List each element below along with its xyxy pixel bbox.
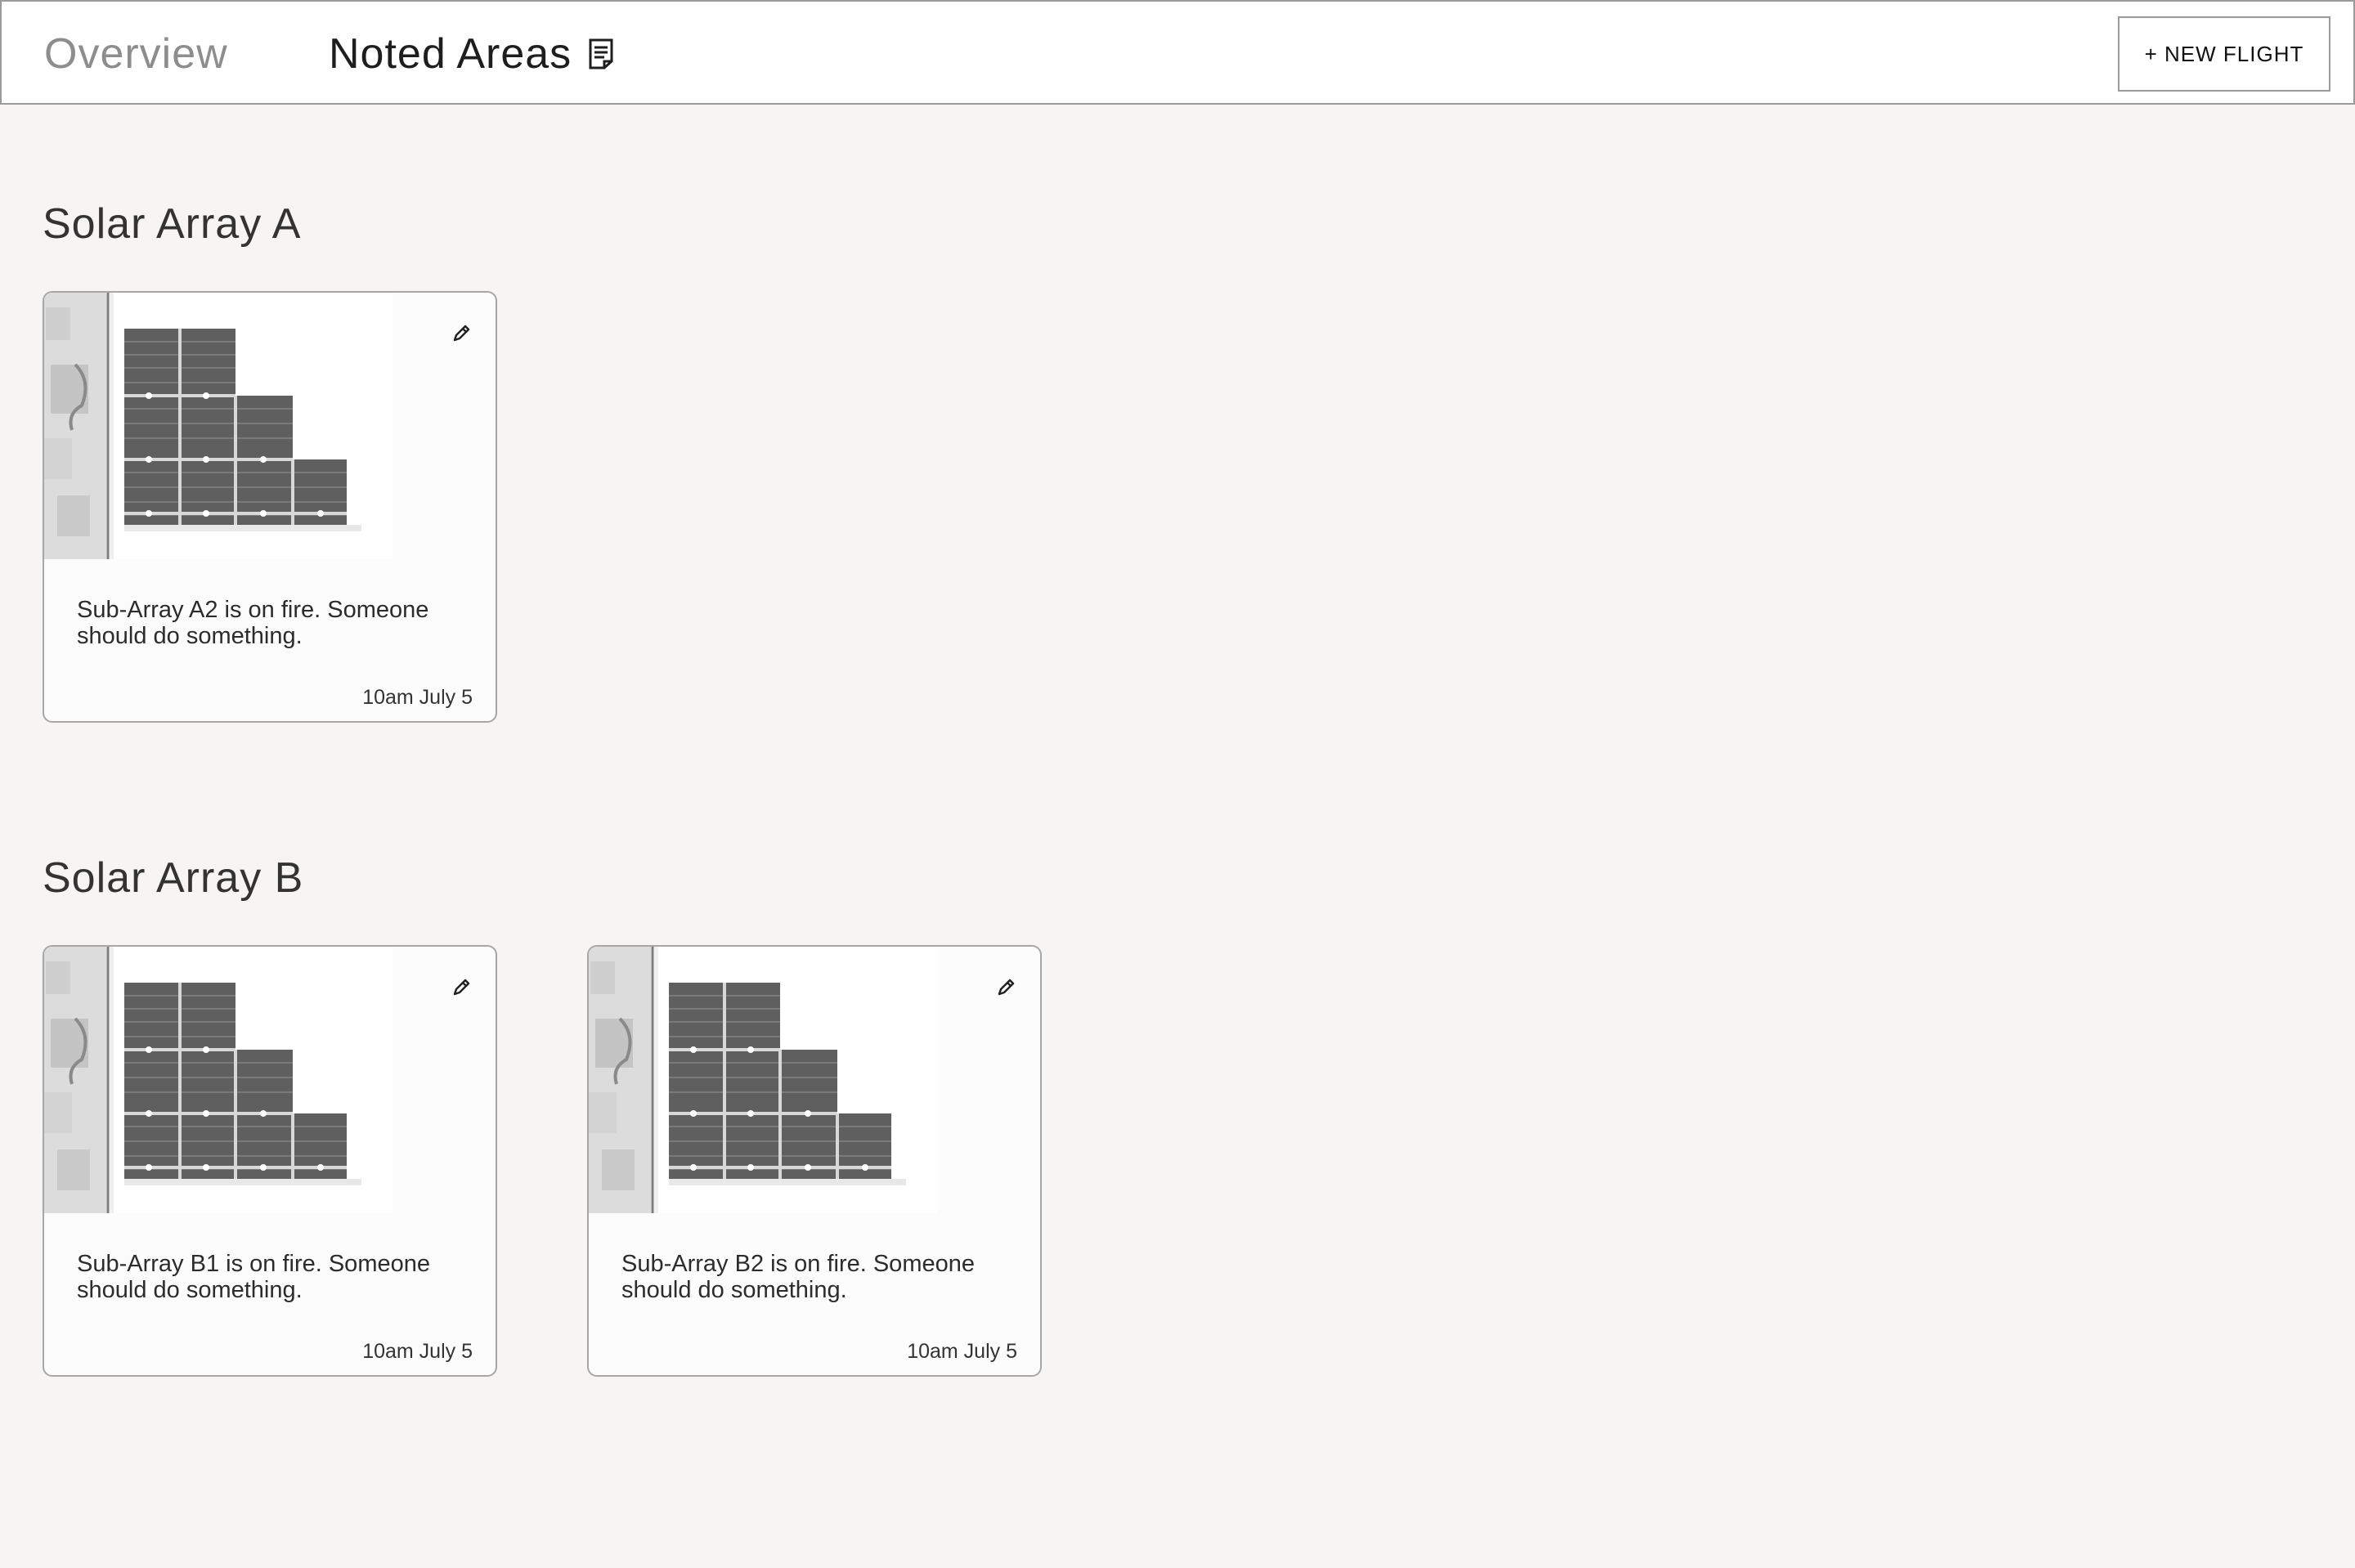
tab-overview-label: Overview (44, 30, 228, 78)
note-card[interactable]: Sub-Array B1 is on fire. Someone should … (43, 945, 497, 1377)
note-timestamp: 10am July 5 (362, 686, 473, 709)
tab-noted-areas[interactable]: Noted Areas (329, 2, 614, 106)
note-card[interactable]: Sub-Array B2 is on fire. Someone should … (587, 945, 1042, 1377)
aerial-thumbnail (44, 293, 392, 559)
section-title-solar-array-a: Solar Array A (43, 200, 302, 248)
note-text: Sub-Array B1 is on fire. Someone should … (77, 1251, 430, 1303)
aerial-thumbnail (589, 947, 937, 1213)
note-text: Sub-Array A2 is on fire. Someone should … (77, 597, 429, 649)
note-timestamp: 10am July 5 (362, 1340, 473, 1363)
note-icon (588, 38, 614, 70)
section-title-solar-array-b: Solar Array B (43, 854, 304, 902)
note-card[interactable]: Sub-Array A2 is on fire. Someone should … (43, 291, 497, 723)
tab-noted-areas-label: Noted Areas (329, 30, 572, 78)
pencil-icon[interactable] (445, 317, 478, 350)
top-nav-bar: Overview Noted Areas + NEW FLIGHT (0, 0, 2355, 105)
note-text: Sub-Array B2 is on fire. Someone should … (621, 1251, 975, 1303)
new-flight-button[interactable]: + NEW FLIGHT (2118, 16, 2330, 92)
note-timestamp: 10am July 5 (907, 1340, 1017, 1363)
pencil-icon[interactable] (989, 971, 1022, 1004)
pencil-icon[interactable] (445, 971, 478, 1004)
tab-overview[interactable]: Overview (44, 2, 228, 106)
aerial-thumbnail (44, 947, 392, 1213)
